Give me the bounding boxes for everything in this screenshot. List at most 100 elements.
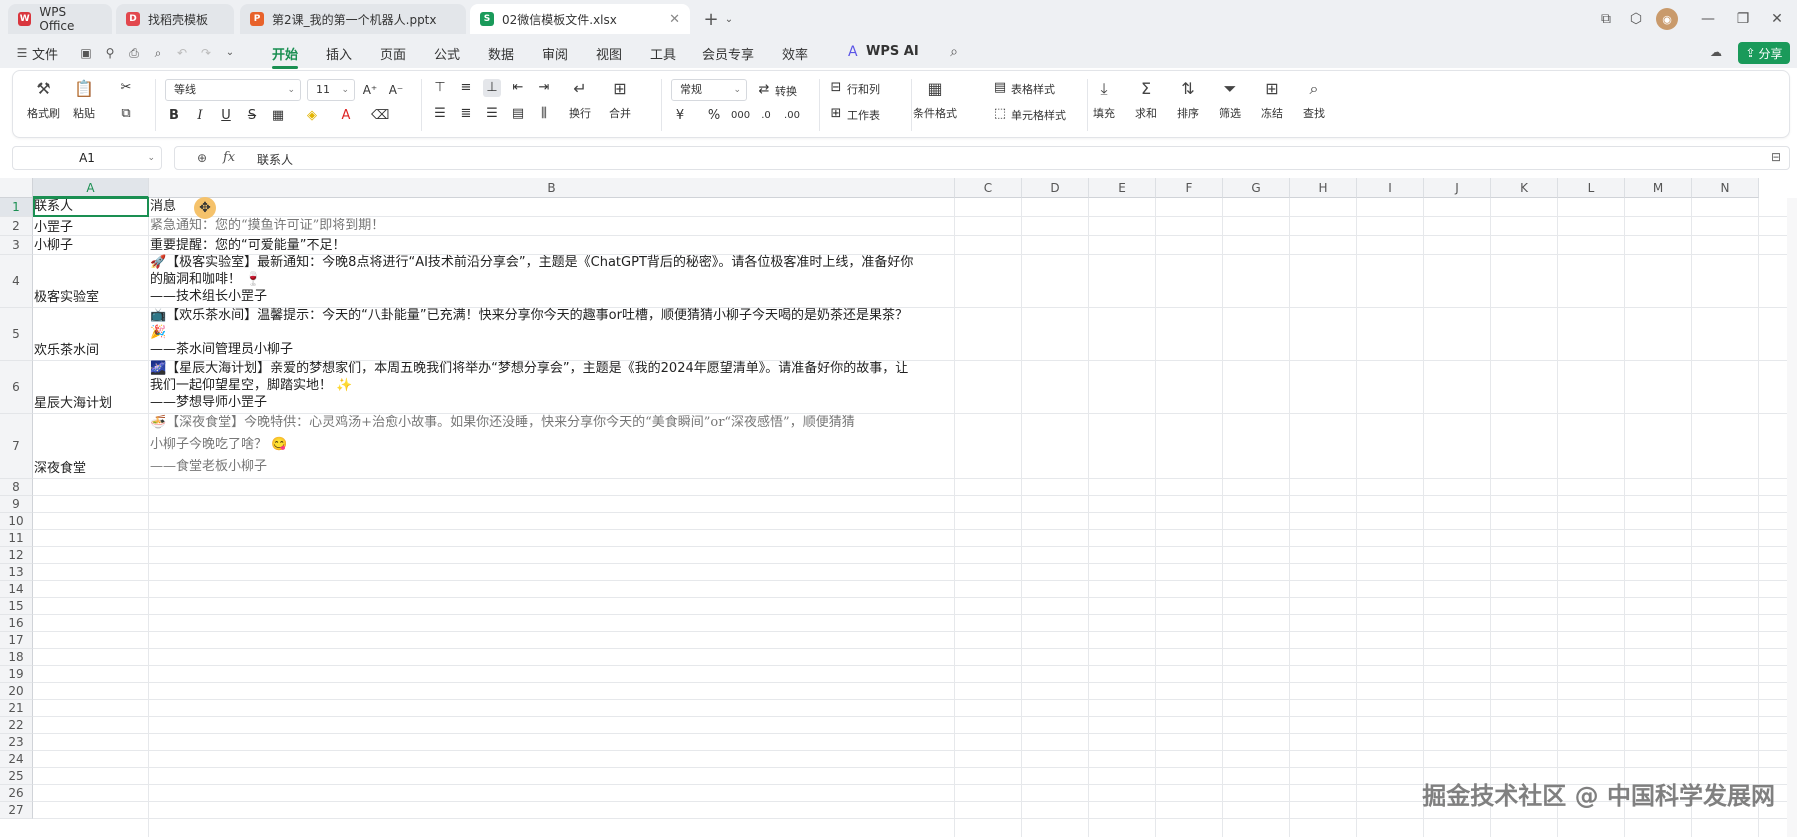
row-header-21[interactable]: 21	[0, 700, 33, 717]
tab-xlsx[interactable]: S 02微信模板文件.xlsx ✕	[470, 4, 690, 34]
row-header-13[interactable]: 13	[0, 564, 33, 581]
cell-b1[interactable]: 消息	[150, 198, 176, 215]
row-header-23[interactable]: 23	[0, 734, 33, 751]
print-icon[interactable]: ⎙	[126, 46, 142, 60]
find-button[interactable]: ⌕ 查找	[1303, 79, 1325, 121]
menu-efficiency[interactable]: 效率	[782, 44, 808, 63]
row-header-2[interactable]: 2	[0, 217, 33, 236]
border-icon[interactable]: ▦	[269, 107, 287, 125]
row-header-22[interactable]: 22	[0, 717, 33, 734]
cell-b5[interactable]: 📺【欢乐茶水间】温馨提示：今天的“八卦能量”已充满！快来分享你今天的趣事or吐槽…	[150, 307, 950, 358]
save-icon[interactable]: ▣	[78, 46, 94, 60]
tab-wps-office[interactable]: W WPS Office	[8, 4, 112, 34]
row-header-11[interactable]: 11	[0, 530, 33, 547]
row-header-20[interactable]: 20	[0, 683, 33, 700]
increase-decimal-icon[interactable]: .0	[757, 107, 775, 125]
underline-icon[interactable]: U	[217, 107, 235, 125]
convert-icon[interactable]: ⇄	[755, 81, 773, 99]
row-header-12[interactable]: 12	[0, 547, 33, 564]
vertical-scrollbar[interactable]	[1787, 198, 1797, 837]
cell-a4[interactable]: 极客实验室	[34, 289, 99, 306]
freeze-button[interactable]: ⊞ 冻结	[1261, 79, 1283, 121]
row-header-8[interactable]: 8	[0, 479, 33, 496]
column-header-f[interactable]: F	[1156, 178, 1223, 198]
align-center-icon[interactable]: ≣	[457, 105, 475, 123]
menu-insert[interactable]: 插入	[326, 44, 352, 63]
restore-icon[interactable]: ❐	[1732, 8, 1754, 30]
worksheet-label[interactable]: 工作表	[847, 107, 880, 123]
align-left-icon[interactable]: ☰	[431, 105, 449, 123]
italic-icon[interactable]: I	[191, 107, 209, 125]
expand-formula-icon[interactable]: ⊟	[1771, 150, 1781, 164]
menu-home[interactable]: 开始	[272, 44, 299, 69]
sort-button[interactable]: ⇅ 排序	[1177, 79, 1199, 121]
column-header-i[interactable]: I	[1357, 178, 1424, 198]
print-preview-icon[interactable]: ⌕	[150, 46, 166, 60]
convert-label[interactable]: 转换	[775, 83, 797, 99]
row-header-10[interactable]: 10	[0, 513, 33, 530]
cloud-icon[interactable]: ☁	[1708, 45, 1724, 59]
row-header-15[interactable]: 15	[0, 598, 33, 615]
minimize-icon[interactable]: —	[1697, 8, 1719, 30]
key-icon[interactable]: ⚲	[102, 46, 118, 60]
decrease-decimal-icon[interactable]: .00	[783, 107, 801, 125]
row-header-9[interactable]: 9	[0, 496, 33, 513]
close-tab-icon[interactable]: ✕	[669, 12, 680, 27]
cell-a2[interactable]: 小罡子	[34, 219, 73, 236]
row-header-16[interactable]: 16	[0, 615, 33, 632]
menu-review[interactable]: 审阅	[542, 44, 568, 63]
column-header-n[interactable]: N	[1692, 178, 1759, 198]
cell-a7[interactable]: 深夜食堂	[34, 460, 86, 477]
table-style-icon[interactable]: ▤	[991, 79, 1009, 97]
row-header-27[interactable]: 27	[0, 802, 33, 819]
row-col-label[interactable]: 行和列	[847, 81, 880, 97]
menu-view[interactable]: 视图	[596, 44, 622, 63]
cell-style-label[interactable]: 单元格样式	[1011, 107, 1066, 123]
row-header-18[interactable]: 18	[0, 649, 33, 666]
cube-icon[interactable]: ⬡	[1625, 8, 1647, 30]
menu-data[interactable]: 数据	[488, 44, 514, 63]
clear-format-icon[interactable]: ⌫	[371, 107, 389, 125]
cell-a3[interactable]: 小柳子	[34, 237, 73, 254]
number-format-select[interactable]: 常规 ⌄	[671, 79, 747, 101]
bold-icon[interactable]: B	[165, 107, 183, 125]
redo-icon[interactable]: ↷	[198, 46, 214, 60]
format-painter-button[interactable]: ⚒ 格式刷	[27, 79, 60, 121]
hamburger-icon[interactable]: ☰	[14, 46, 30, 60]
menu-wps-ai[interactable]: WPS AI	[866, 44, 919, 59]
menu-member[interactable]: 会员专享	[702, 44, 754, 63]
align-middle-icon[interactable]: ≡	[457, 79, 475, 97]
fill-button[interactable]: ⤓ 填充	[1093, 79, 1115, 121]
more-icon[interactable]: ⌄	[222, 46, 238, 60]
cell-b3[interactable]: 重要提醒：您的“可爱能量”不足！	[150, 237, 345, 254]
column-header-e[interactable]: E	[1089, 178, 1156, 198]
distribute-icon[interactable]: ⫼	[535, 105, 553, 123]
font-color-icon[interactable]: A	[337, 107, 355, 125]
column-header-g[interactable]: G	[1223, 178, 1290, 198]
font-size-select[interactable]: 11 ⌄	[307, 79, 355, 101]
row-header-5[interactable]: 5	[0, 308, 33, 361]
menu-page[interactable]: 页面	[380, 44, 406, 63]
formula-input[interactable]: ⊕ fx 联系人 ⊟	[174, 146, 1790, 170]
indent-increase-icon[interactable]: ⇥	[535, 79, 553, 97]
close-window-icon[interactable]: ✕	[1766, 8, 1788, 30]
name-box[interactable]: A1 ⌄	[12, 146, 162, 170]
thousands-icon[interactable]: 000	[731, 107, 750, 125]
row-header-14[interactable]: 14	[0, 581, 33, 598]
strikethrough-icon[interactable]: S̶	[243, 107, 261, 125]
sum-button[interactable]: Σ 求和	[1135, 79, 1157, 121]
currency-icon[interactable]: ¥	[671, 107, 689, 125]
align-right-icon[interactable]: ☰	[483, 105, 501, 123]
row-header-25[interactable]: 25	[0, 768, 33, 785]
undo-icon[interactable]: ↶	[174, 46, 190, 60]
window-tile-icon[interactable]: ⧉	[1595, 8, 1617, 30]
worksheet-icon[interactable]: ⊞	[827, 105, 845, 123]
row-header-6[interactable]: 6	[0, 361, 33, 414]
font-shrink-icon[interactable]: A⁻	[387, 81, 405, 99]
column-header-b[interactable]: B	[149, 178, 955, 198]
search-icon[interactable]: ⌕	[946, 45, 962, 59]
menu-formula[interactable]: 公式	[434, 44, 460, 63]
fx-icon[interactable]: fx	[223, 150, 235, 165]
fill-color-icon[interactable]: ◈	[303, 107, 321, 125]
cell-b2[interactable]: 紧急通知：您的“摸鱼许可证”即将到期！	[150, 217, 384, 234]
